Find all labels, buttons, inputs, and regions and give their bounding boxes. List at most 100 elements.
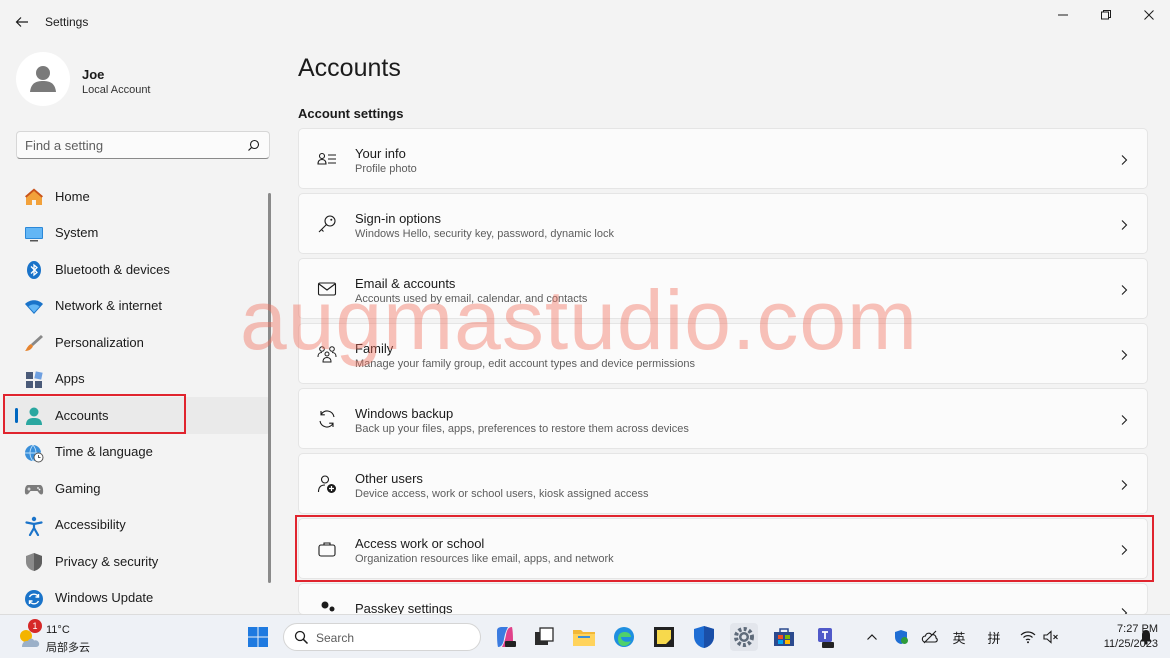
app-title: Settings <box>45 15 89 29</box>
sidebar-item-windows-update[interactable]: Windows Update <box>4 580 270 617</box>
ime-language[interactable]: 英 <box>950 628 968 647</box>
chevron-right-icon <box>1119 348 1129 366</box>
avatar <box>16 52 70 106</box>
card-title: Your info <box>355 146 406 161</box>
globe-clock-icon <box>24 443 44 463</box>
card-title: Windows backup <box>355 406 454 421</box>
sidebar-item-system[interactable]: System <box>4 215 270 252</box>
card-sign-in-options[interactable]: Sign-in options Windows Hello, security … <box>298 193 1148 254</box>
chevron-right-icon <box>1119 283 1129 301</box>
contact-card-icon <box>317 149 337 169</box>
briefcase-icon <box>317 539 337 559</box>
sidebar-item-time-language[interactable]: Time & language <box>4 434 270 471</box>
notification-badge: 1 <box>28 619 42 633</box>
card-your-info[interactable]: Your info Profile photo <box>298 128 1148 189</box>
search-icon <box>294 630 309 645</box>
taskbar-search[interactable]: Search <box>283 623 481 651</box>
card-subtitle: Manage your family group, edit account t… <box>355 358 695 370</box>
card-subtitle: Back up your files, apps, preferences to… <box>355 423 689 435</box>
sync-icon <box>317 409 337 429</box>
accessibility-icon <box>24 516 44 536</box>
sidebar-item-label: Windows Update <box>55 590 154 606</box>
sidebar-item-bluetooth[interactable]: Bluetooth & devices <box>4 251 270 288</box>
sidebar-item-label: Bluetooth & devices <box>55 261 170 277</box>
card-title: Access work or school <box>355 536 485 551</box>
card-title: Other users <box>355 471 423 486</box>
file-explorer-icon[interactable] <box>570 623 598 651</box>
page-title: Accounts <box>298 54 401 82</box>
search-input[interactable] <box>25 136 240 154</box>
sidebar-item-label: Gaming <box>55 480 101 496</box>
card-title: Sign-in options <box>355 211 441 226</box>
card-subtitle: Accounts used by email, calendar, and co… <box>355 293 588 305</box>
teams-icon[interactable] <box>811 623 839 651</box>
sidebar-item-personalization[interactable]: Personalization <box>4 324 270 361</box>
update-icon <box>24 589 44 609</box>
user-profile[interactable]: Joe Local Account <box>16 52 266 108</box>
sticky-notes-icon[interactable] <box>650 623 678 651</box>
ime-mode[interactable]: 拼 <box>985 628 1003 647</box>
card-family[interactable]: Family Manage your family group, edit ac… <box>298 323 1148 384</box>
sidebar-nav: Home System Bluetooth & devices Network … <box>4 178 270 616</box>
person-icon <box>24 406 44 426</box>
chevron-right-icon <box>1119 543 1129 561</box>
card-subtitle: Windows Hello, security key, password, d… <box>355 228 614 240</box>
person-avatar-icon <box>30 66 56 92</box>
card-title: Family <box>355 341 394 356</box>
edge-browser-icon[interactable] <box>610 623 638 651</box>
key-icon <box>317 214 337 234</box>
copilot-app-icon[interactable] <box>491 623 519 651</box>
card-windows-backup[interactable]: Windows backup Back up your files, apps,… <box>298 388 1148 449</box>
card-access-work-school[interactable]: Access work or school Organization resou… <box>298 518 1148 579</box>
apps-icon <box>24 370 44 390</box>
mail-icon <box>317 279 337 299</box>
sidebar-item-label: Accessibility <box>55 517 126 533</box>
sidebar-scrollbar[interactable] <box>268 193 271 583</box>
close-button[interactable] <box>1138 6 1160 24</box>
sidebar-item-gaming[interactable]: Gaming <box>4 470 270 507</box>
sidebar-item-home[interactable]: Home <box>4 178 270 215</box>
weather-widget[interactable]: 1 11°C 局部多云 <box>16 619 106 654</box>
sidebar-item-accessibility[interactable]: Accessibility <box>4 507 270 544</box>
onedrive-icon[interactable] <box>921 628 939 646</box>
minimize-button[interactable] <box>1052 6 1074 24</box>
profile-name: Joe <box>82 67 105 82</box>
gamepad-icon <box>24 479 44 499</box>
profile-account-type: Local Account <box>82 84 151 96</box>
back-button[interactable] <box>12 12 32 32</box>
wifi-status-icon[interactable] <box>1019 628 1037 646</box>
title-bar: Settings <box>0 0 1170 44</box>
defender-icon[interactable] <box>690 623 718 651</box>
windows-logo-icon <box>248 627 268 647</box>
notification-bell-icon[interactable] <box>1137 628 1155 646</box>
sidebar-item-accounts[interactable]: Accounts <box>4 397 270 434</box>
card-passkey-settings[interactable]: Passkey settings <box>298 583 1148 618</box>
sidebar-item-privacy-security[interactable]: Privacy & security <box>4 543 270 580</box>
sidebar-item-label: Apps <box>55 371 85 387</box>
chevron-right-icon <box>1119 218 1129 236</box>
security-status-icon[interactable] <box>892 628 910 646</box>
volume-muted-icon[interactable] <box>1042 628 1060 646</box>
sidebar-item-label: Network & internet <box>55 298 162 314</box>
settings-search <box>16 131 270 159</box>
sidebar-item-label: System <box>55 225 99 241</box>
card-other-users[interactable]: Other users Device access, work or schoo… <box>298 453 1148 514</box>
start-button[interactable] <box>244 623 272 651</box>
maximize-button[interactable] <box>1095 6 1117 24</box>
sidebar-item-label: Accounts <box>55 407 109 423</box>
task-view-icon[interactable] <box>530 623 558 651</box>
back-arrow-icon <box>15 17 28 27</box>
card-subtitle: Organization resources like email, apps,… <box>355 553 614 565</box>
sidebar-item-apps[interactable]: Apps <box>4 361 270 398</box>
weather-temp: 11°C <box>46 624 70 636</box>
search-icon[interactable] <box>247 139 260 157</box>
chevron-up-icon[interactable] <box>863 628 881 646</box>
sidebar-item-network[interactable]: Network & internet <box>4 288 270 325</box>
settings-app-icon[interactable] <box>730 623 758 651</box>
shield-icon <box>24 552 44 572</box>
card-email-accounts[interactable]: Email & accounts Accounts used by email,… <box>298 258 1148 319</box>
store-icon[interactable] <box>770 623 798 651</box>
chevron-right-icon <box>1119 153 1129 171</box>
sidebar-item-label: Privacy & security <box>55 553 159 569</box>
card-title: Email & accounts <box>355 276 456 291</box>
